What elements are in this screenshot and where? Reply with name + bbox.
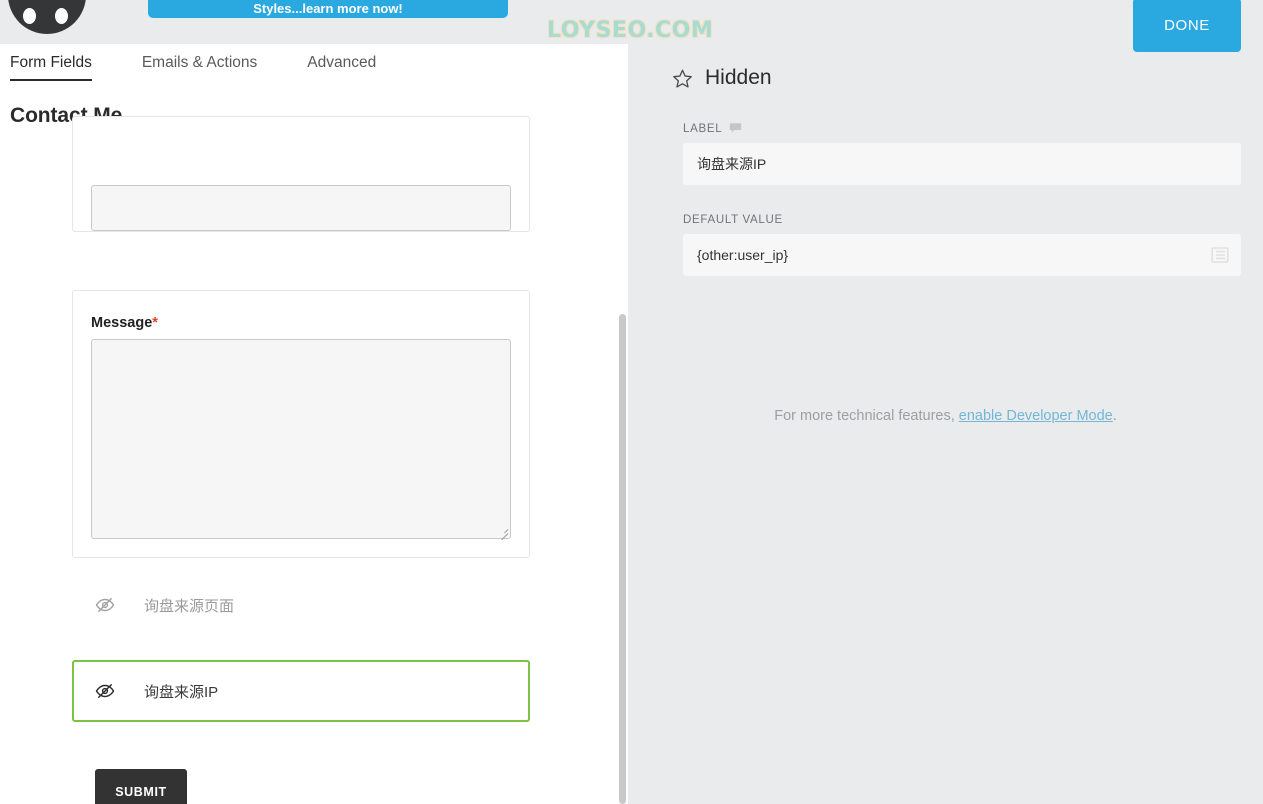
dev-note-prefix: For more technical features, [774, 408, 959, 424]
default-value-input[interactable] [683, 234, 1241, 276]
dev-note-suffix: . [1112, 408, 1117, 424]
hidden-field-label: 询盘来源页面 [144, 597, 235, 615]
panel-heading-text: Hidden [705, 66, 772, 89]
eye-slash-icon [94, 594, 116, 616]
setting-group-default-value: DEFAULT VALUE [683, 214, 1241, 276]
field-label-message-text: Message [91, 315, 153, 331]
setting-group-label: LABEL [683, 122, 1241, 185]
form-canvas: Message* 询盘来源页面 询盘来源IP SUBMIT [0, 116, 618, 804]
tab-advanced[interactable]: Advanced [307, 50, 376, 81]
field-label-message: Message* [91, 315, 511, 331]
form-field-block-message[interactable]: Message* [72, 290, 530, 558]
promo-banner[interactable]: Styles...learn more now! [148, 0, 508, 18]
developer-mode-note: For more technical features, enable Deve… [628, 408, 1263, 424]
tab-form-fields-label: Form Fields [10, 54, 92, 71]
builder-tabs: Form Fields Emails & Actions Advanced [0, 50, 426, 81]
promo-banner-text: Styles...learn more now! [253, 1, 403, 16]
browser-top-chrome: Styles...learn more now! [0, 0, 628, 44]
hidden-field-row-source-page[interactable]: 询盘来源页面 [72, 574, 530, 636]
textarea-input-preview[interactable] [91, 339, 511, 541]
speech-bubble-icon[interactable] [729, 122, 742, 135]
tab-emails-actions-label: Emails & Actions [141, 54, 258, 71]
eye-slash-icon [94, 680, 116, 702]
hidden-field-row-source-ip[interactable]: 询盘来源IP [72, 660, 530, 722]
form-field-block-text[interactable] [72, 116, 530, 232]
setting-label-caption: LABEL [683, 122, 1241, 135]
tab-form-fields[interactable]: Form Fields [10, 50, 92, 81]
enable-developer-mode-link[interactable]: enable Developer Mode [959, 408, 1113, 424]
resize-grip-icon[interactable] [497, 525, 509, 541]
submit-button[interactable]: SUBMIT [95, 769, 187, 804]
required-marker: * [152, 315, 158, 331]
setting-label-caption-text: LABEL [683, 122, 723, 135]
tab-emails-actions[interactable]: Emails & Actions [142, 50, 257, 81]
preview-scrollbar-thumb[interactable] [619, 314, 626, 804]
panel-heading: Hidden [672, 66, 772, 90]
smart-tags-list-icon[interactable] [1211, 246, 1229, 264]
star-icon[interactable] [672, 68, 693, 89]
label-input-wrap [683, 143, 1241, 185]
label-input[interactable] [683, 143, 1241, 185]
setting-default-value-caption: DEFAULT VALUE [683, 214, 1241, 226]
form-preview-panel: Form Fields Emails & Actions Advanced Co… [0, 44, 628, 804]
hidden-field-label: 询盘来源IP [144, 683, 219, 701]
default-value-input-wrap [683, 234, 1241, 276]
text-input-preview[interactable] [91, 185, 511, 231]
field-settings-panel: DONE Hidden [628, 0, 1263, 804]
tab-advanced-label: Advanced [307, 54, 377, 71]
setting-default-value-caption-text: DEFAULT VALUE [683, 214, 783, 226]
panda-logo-icon [8, 0, 86, 42]
done-button[interactable]: DONE [1133, 0, 1241, 52]
